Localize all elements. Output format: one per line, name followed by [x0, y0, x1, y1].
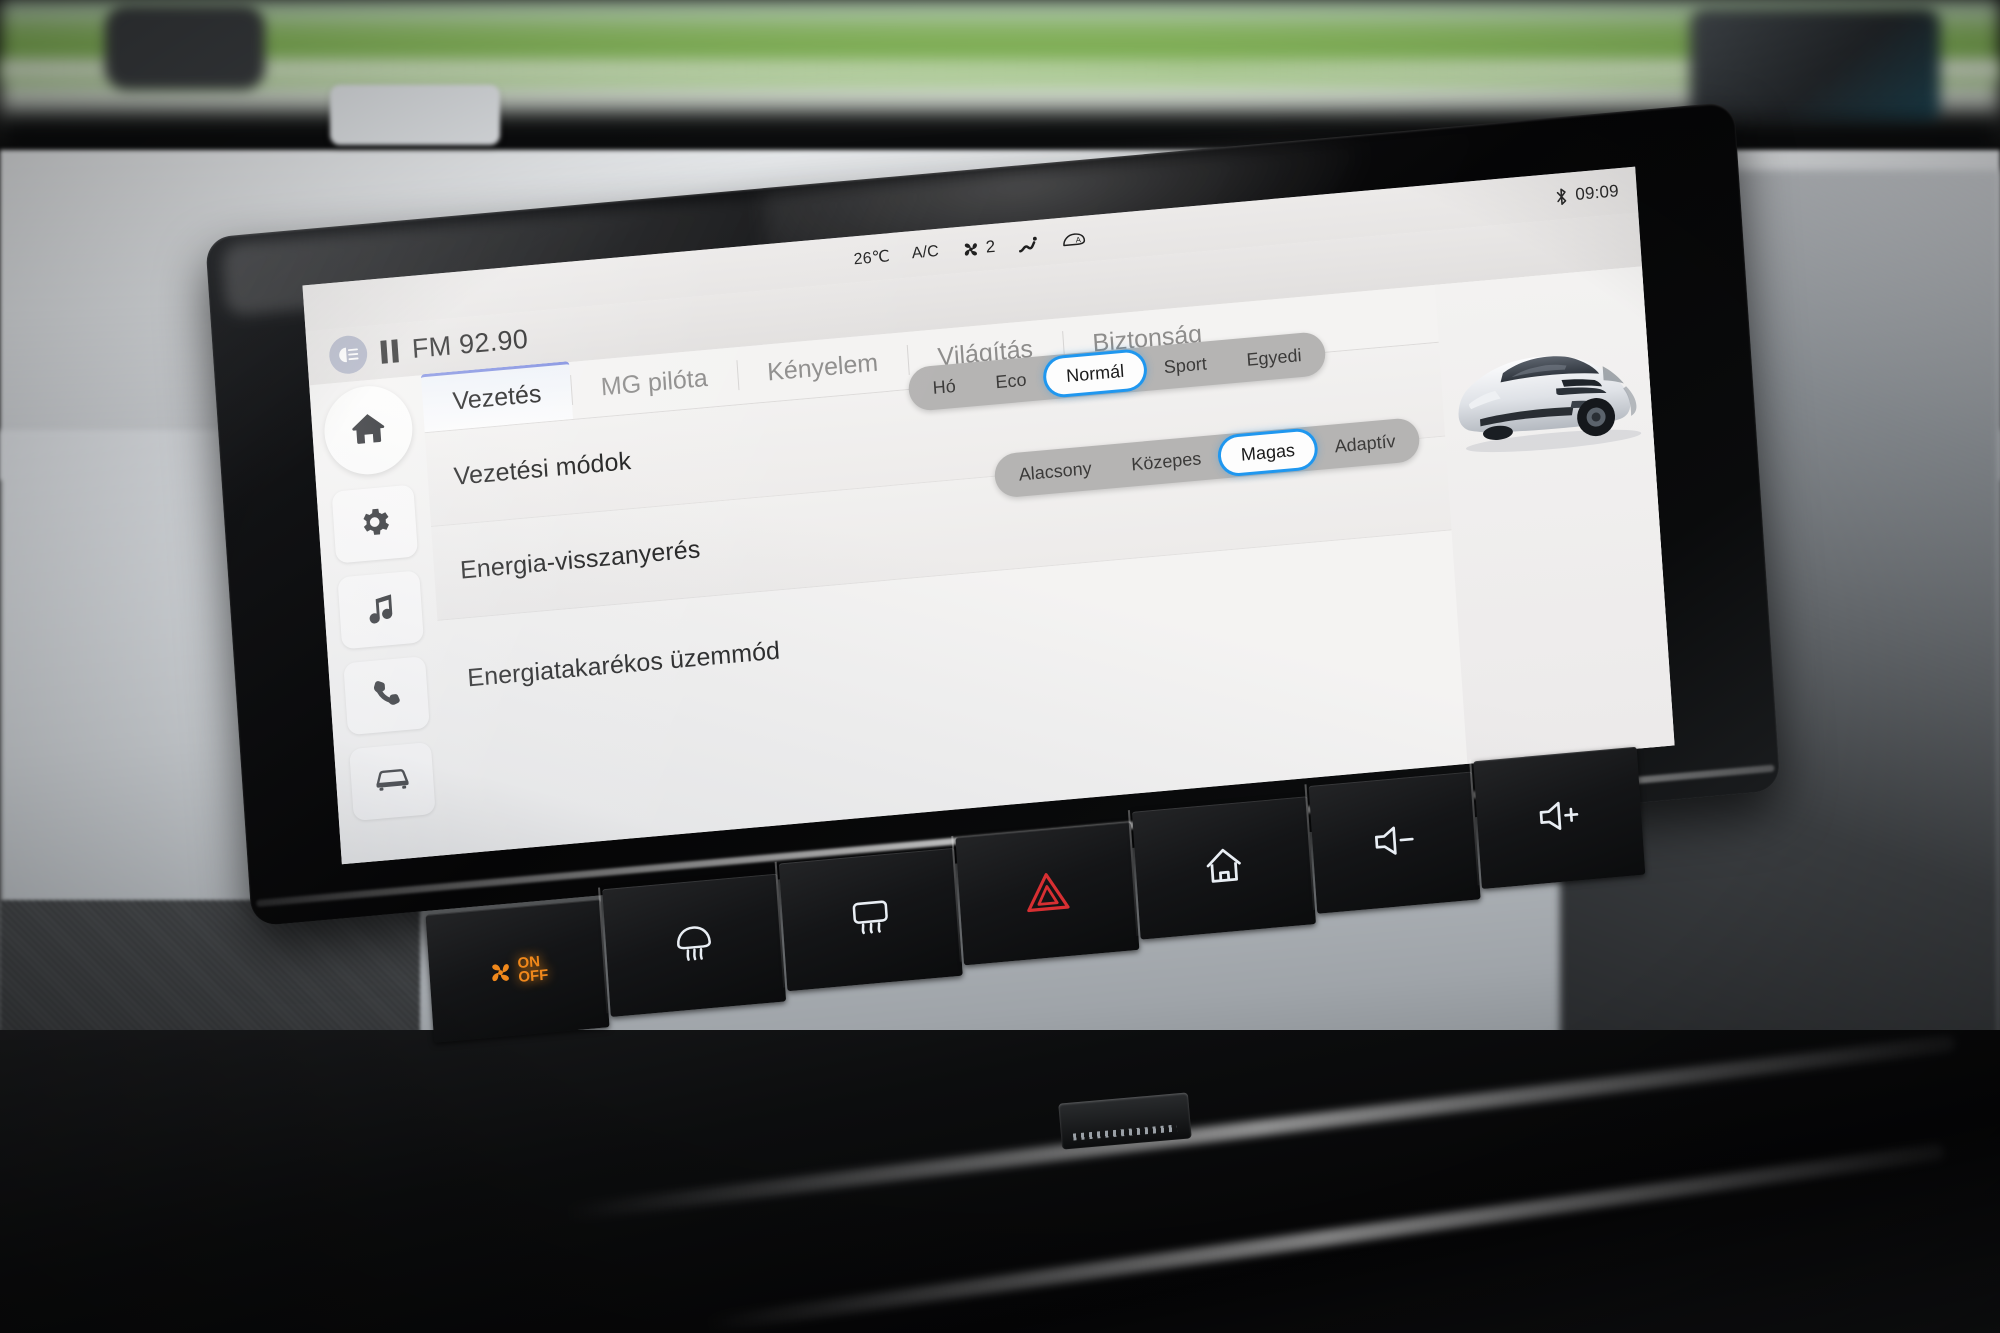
row-label-energy-recuperation: Energia-visszanyerés — [459, 535, 702, 585]
fan-icon: 2 — [960, 237, 996, 260]
car-icon — [372, 762, 412, 800]
fan-icon: ON OFF — [486, 953, 549, 987]
drive-mode-option-eco[interactable]: Eco — [974, 360, 1047, 402]
gear-icon — [355, 502, 394, 546]
home-icon — [348, 408, 389, 452]
cabin-temperature: 26℃ — [853, 248, 891, 269]
hw-button-volume-down[interactable] — [1308, 771, 1481, 914]
volume-down-icon — [1370, 820, 1419, 865]
regen-option-adaptiv[interactable]: Adaptív — [1314, 421, 1417, 466]
hw-button-volume-up[interactable] — [1473, 746, 1646, 890]
hw-button-climate-power[interactable]: ON OFF — [425, 899, 610, 1043]
volume-up-icon — [1535, 795, 1584, 840]
regen-option-magas[interactable]: Magas — [1219, 430, 1316, 475]
sidebar-item-media[interactable] — [337, 570, 424, 650]
fan-speed-value: 2 — [985, 236, 997, 257]
now-playing-label: FM 92.90 — [410, 323, 529, 364]
airflow-icon — [1017, 233, 1040, 255]
drive-mode-option-sport[interactable]: Sport — [1143, 344, 1228, 387]
regen-option-kozepes[interactable]: Közepes — [1110, 439, 1222, 485]
dashboard-photo: 26℃ A/C 2 A 09:09 FM 92.90 Vezetés MG pi… — [0, 0, 2000, 1333]
front-defrost-icon — [670, 920, 719, 971]
clock: 09:09 — [1574, 181, 1620, 204]
mg4-electric-hatchback-image — [1458, 356, 1642, 453]
bluetooth-icon — [1555, 186, 1569, 206]
phone-icon — [369, 675, 404, 716]
home-outline-icon — [1201, 843, 1246, 894]
svg-text:A: A — [1076, 235, 1083, 245]
row-label-eco-mode: Energiatakarékos üzemmód — [466, 636, 781, 692]
regen-option-alacsony[interactable]: Alacsony — [998, 448, 1113, 494]
hw-button-hazard-lights[interactable] — [955, 822, 1140, 966]
rearview-mirror-stalk — [105, 5, 265, 90]
climate-off-label: OFF — [517, 966, 549, 987]
sidebar-item-phone[interactable] — [343, 656, 430, 736]
infotainment-head-unit: 26℃ A/C 2 A 09:09 FM 92.90 Vezetés MG pi… — [205, 99, 1815, 1066]
vehicle-illustration-pane — [1434, 266, 1675, 764]
ac-indicator: A/C — [911, 242, 940, 263]
hazard-triangle-icon — [1023, 868, 1072, 919]
sidebar-item-settings[interactable] — [331, 484, 419, 564]
drive-mode-option-ho[interactable]: Hó — [912, 366, 977, 408]
radio-signal-icon[interactable] — [328, 334, 369, 376]
music-note-icon — [362, 589, 399, 631]
sidebar-item-home[interactable] — [321, 382, 416, 479]
drive-mode-option-normal[interactable]: Normál — [1045, 351, 1146, 396]
drive-mode-option-egyedi[interactable]: Egyedi — [1225, 335, 1322, 379]
pause-icon[interactable] — [380, 338, 399, 364]
hw-button-rear-defrost[interactable] — [778, 847, 963, 992]
dashboard-speaker-grille — [330, 85, 500, 145]
rear-defrost-icon — [846, 895, 895, 944]
hw-button-home[interactable] — [1131, 796, 1316, 940]
row-label-drive-modes: Vezetési módok — [452, 447, 632, 491]
windshield-defrost-icon: A — [1061, 229, 1088, 250]
sidebar-item-vehicle[interactable] — [349, 741, 436, 822]
hw-button-front-defrost[interactable] — [602, 873, 787, 1018]
